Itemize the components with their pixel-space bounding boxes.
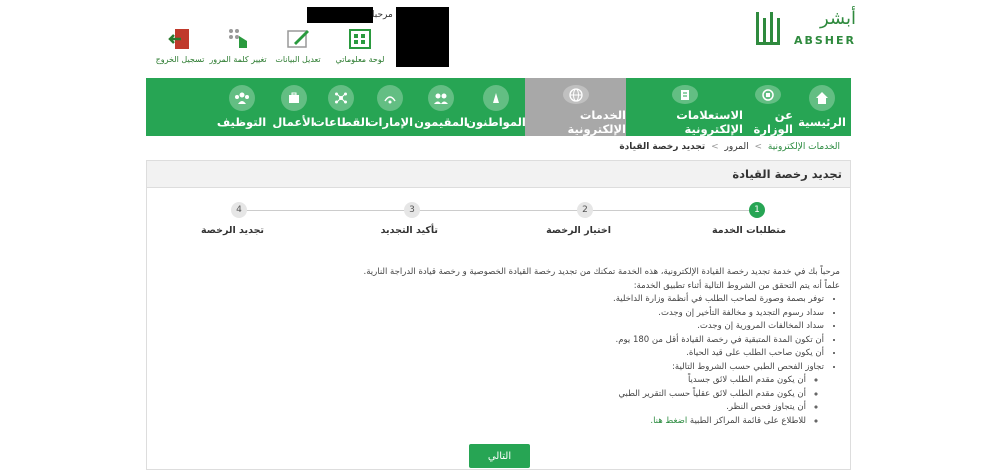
absher-logo-mark-icon [756, 12, 780, 45]
breadcrumb-eservices[interactable]: الخدمات الإلكترونية [768, 142, 840, 152]
nav-label-inquiries: الاستعلامات الإلكترونية [676, 108, 743, 136]
nav-item-ministry[interactable]: عن الوزارة [743, 78, 793, 136]
nav-label-home: الرئيسية [798, 115, 846, 129]
edit-data-icon [287, 30, 309, 48]
redacted-user-photo [396, 7, 449, 67]
logout-link[interactable]: تسجيل الخروج [150, 26, 210, 64]
employment-icon [228, 85, 255, 111]
breadcrumb: الخدمات الإلكترونية > المرور > تجديد رخص… [619, 142, 840, 152]
condition-item: أن تكون المدة المتبقية في رخصة القيادة أ… [320, 334, 824, 348]
residents-icon [428, 85, 454, 111]
condition-item: سداد المخالفات المرورية إن وجدت. [320, 320, 824, 334]
nav-label-eservices: الخدمات الإلكترونية [567, 108, 627, 136]
intro-text: مرحباً بك في خدمة تجديد رخصة القيادة الإ… [363, 267, 840, 277]
ministry-icon [755, 85, 781, 104]
medical-centers-link[interactable]: اضغط هنا. [650, 416, 687, 426]
panel-header: تجديد رخصة القيادة [147, 161, 850, 188]
panel-title: تجديد رخصة القيادة [732, 167, 842, 181]
breadcrumb-separator: > [754, 142, 763, 152]
logo-arabic-text: أبشر [820, 8, 856, 29]
dashboard-icon [349, 29, 371, 49]
nav-item-inquiries[interactable]: الاستعلامات الإلكترونية [626, 78, 743, 136]
condition-medical-label: تجاوز الفحص الطبي حسب الشروط التالية: [672, 361, 824, 372]
nav-label-sectors: القطاعات [313, 115, 369, 129]
condition-item: سداد رسوم التجديد و مخالفة التأخير إن وج… [320, 307, 824, 321]
edit-data-label: تعديل البيانات [275, 55, 321, 64]
step-4-label: تجديد الرخصة [201, 225, 264, 236]
breadcrumb-separator: > [711, 142, 719, 152]
dashboard-link[interactable]: لوحة معلوماتي [330, 26, 390, 64]
change-password-label: تغيير كلمة المرور [209, 55, 267, 64]
condition-item: أن يكون صاحب الطلب على قيد الحياة. [320, 347, 824, 361]
welcome-text: مرحبا [372, 10, 393, 20]
conditions-intro: علماً أنه يتم التحقق من الشروط التالية أ… [633, 280, 840, 291]
change-password-icon [229, 29, 247, 48]
absher-logo[interactable]: أبشر ABSHER [750, 6, 860, 58]
business-icon [280, 85, 307, 111]
service-requirements: مرحباً بك في خدمة تجديد رخصة القيادة الإ… [320, 266, 840, 428]
breadcrumb-traffic[interactable]: المرور [725, 142, 749, 152]
medical-condition-item: للاطلاع على قائمة المراكز الطبية اضغط هن… [320, 415, 806, 429]
nav-item-employment[interactable]: التوظيف [213, 78, 270, 136]
nav-item-residents[interactable]: المقيمون [414, 78, 468, 136]
nav-item-business[interactable]: الأعمال [270, 78, 317, 136]
nav-item-sectors[interactable]: القطاعات [313, 78, 369, 136]
redacted-username [307, 7, 373, 23]
home-icon [809, 85, 835, 111]
medical-condition-item: أن يكون مقدم الطلب لائق جسدياً [320, 374, 806, 388]
edit-data-link[interactable]: تعديل البيانات [268, 26, 328, 64]
medical-centers-text: للاطلاع على قائمة المراكز الطبية [689, 415, 806, 426]
breadcrumb-current: تجديد رخصة القيادة [619, 142, 706, 152]
logo-english-text: ABSHER [793, 34, 856, 47]
conditions-list: توفر بصمة وصورة لصاحب الطلب في أنظمة وزا… [320, 293, 840, 428]
logout-icon [168, 29, 189, 49]
inquiries-icon [671, 85, 698, 104]
step-3-circle: 3 [404, 202, 420, 218]
emirates-icon [377, 85, 403, 111]
nav-label-citizens: المواطنون [466, 115, 526, 129]
medical-conditions-list: أن يكون مقدم الطلب لائق جسدياً أن يكون م… [320, 374, 824, 428]
step-3-label: تأكيد التجديد [380, 225, 438, 236]
nav-label-ministry: عن الوزارة [753, 108, 793, 136]
change-password-link[interactable]: تغيير كلمة المرور [208, 26, 268, 64]
globe-icon [562, 85, 589, 104]
nav-item-emirates[interactable]: الإمارات [365, 78, 415, 136]
nav-label-residents: المقيمون [414, 115, 468, 129]
citizens-icon [483, 85, 509, 111]
condition-item: توفر بصمة وصورة لصاحب الطلب في أنظمة وزا… [320, 293, 824, 307]
nav-label-emirates: الإمارات [366, 115, 414, 129]
next-button[interactable]: التالي [469, 444, 530, 468]
step-1-label: متطلبات الخدمة [712, 225, 786, 236]
nav-item-eservices[interactable]: الخدمات الإلكترونية [525, 78, 626, 136]
dashboard-label: لوحة معلوماتي [335, 55, 385, 64]
nav-label-business: الأعمال [272, 115, 315, 129]
step-1-circle: 1 [749, 202, 765, 218]
steps-connector-line [240, 210, 757, 211]
logout-label: تسجيل الخروج [155, 55, 205, 64]
sectors-icon [328, 85, 354, 111]
nav-label-employment: التوظيف [216, 115, 267, 129]
medical-condition-item: أن يتجاوز فحص النظر. [320, 401, 806, 415]
medical-condition-item: أن يكون مقدم الطلب لائق عقلياً حسب التقر… [320, 388, 806, 402]
step-2-label: اختيار الرخصة [546, 225, 611, 236]
step-4-circle: 4 [231, 202, 247, 218]
condition-item: تجاوز الفحص الطبي حسب الشروط التالية: أن… [320, 361, 824, 429]
main-nav: الرئيسية عن الوزارة الاستعلامات الإلكترو… [146, 78, 851, 136]
nav-item-citizens[interactable]: المواطنون [466, 78, 526, 136]
nav-item-home[interactable]: الرئيسية [793, 78, 851, 136]
step-2-circle: 2 [577, 202, 593, 218]
